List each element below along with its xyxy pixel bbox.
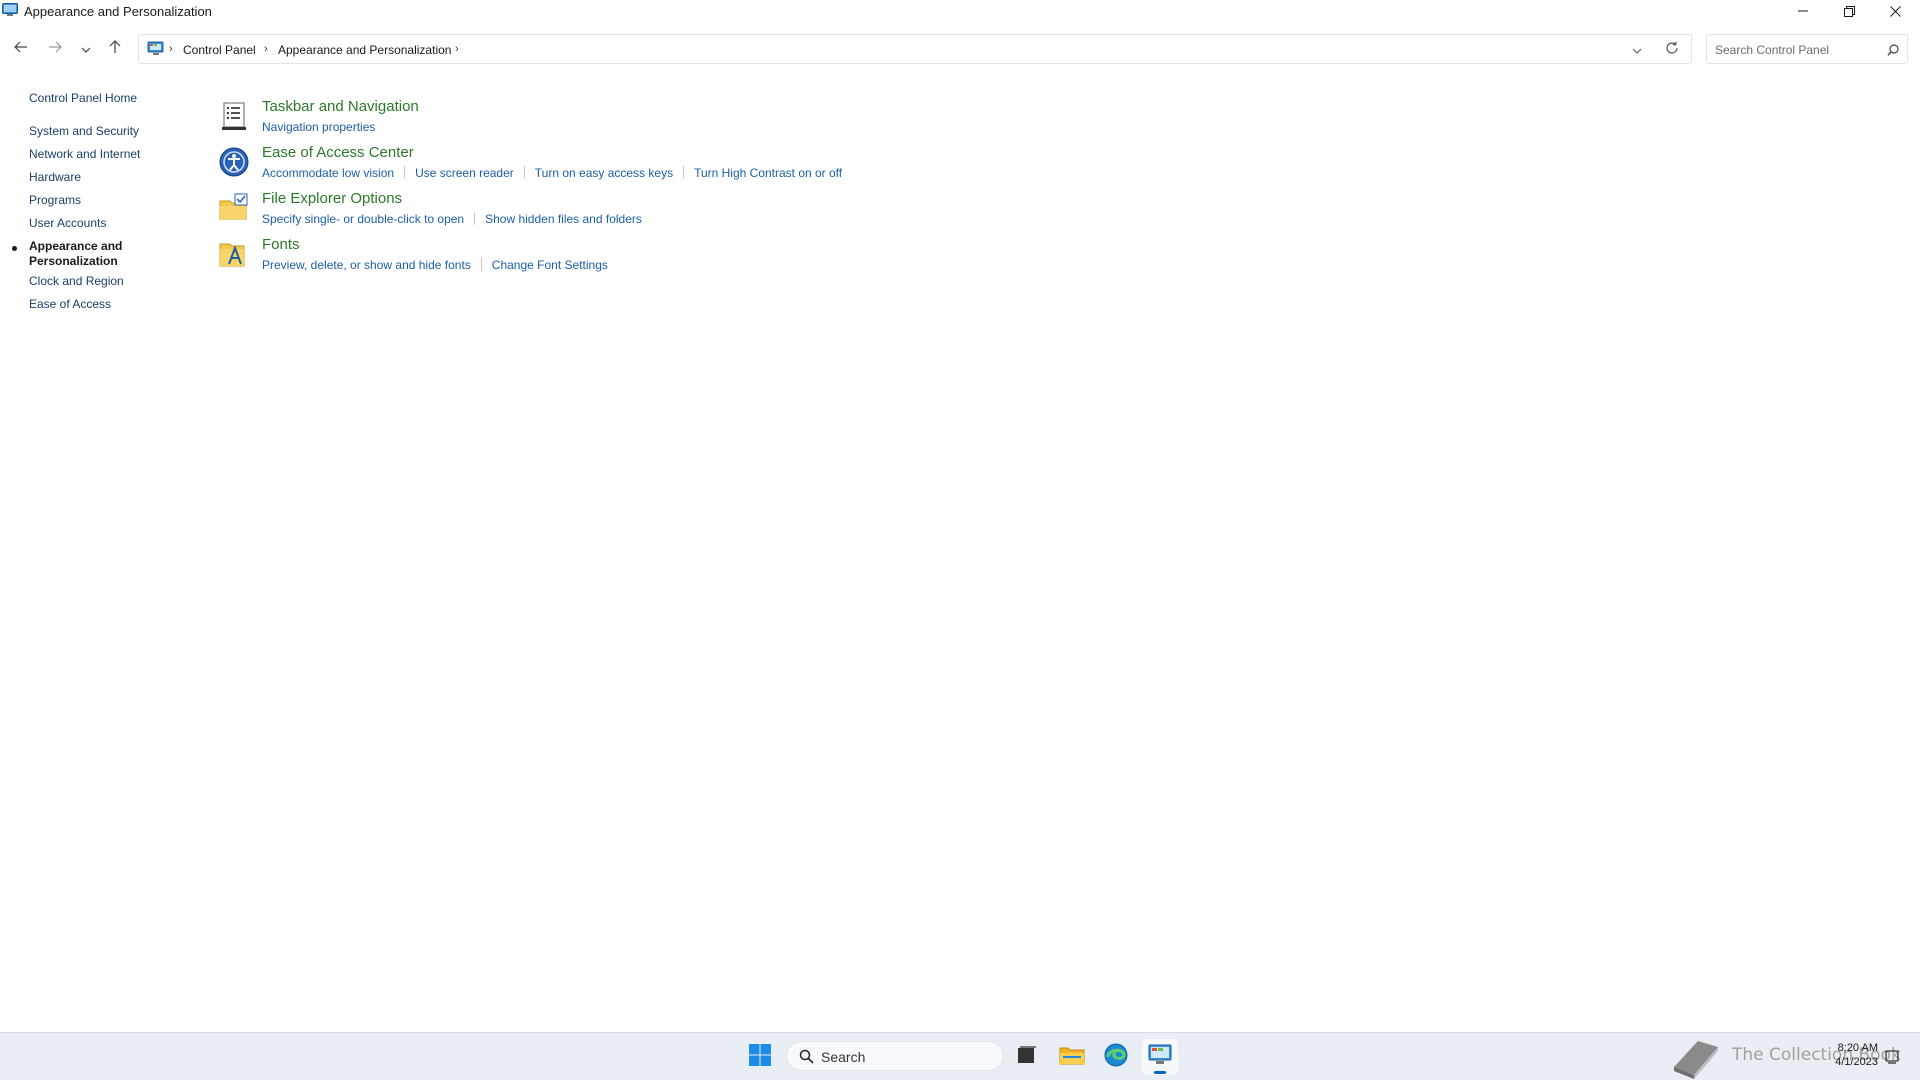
arrow-right-icon xyxy=(48,40,62,58)
address-history-button[interactable] xyxy=(1629,42,1645,58)
category-heading[interactable]: Fonts xyxy=(262,236,300,253)
link-change-font-settings[interactable]: Change Font Settings xyxy=(492,258,608,272)
breadcrumb-separator: › xyxy=(264,43,268,55)
category-heading[interactable]: File Explorer Options xyxy=(262,190,402,207)
back-button[interactable] xyxy=(10,38,32,60)
book-watermark-icon xyxy=(1668,1033,1724,1081)
category-heading[interactable]: Ease of Access Center xyxy=(262,144,414,161)
chevron-down-icon xyxy=(1632,41,1642,59)
link-separator xyxy=(523,166,525,179)
category-links: Accommodate low vision Use screen reader T… xyxy=(262,166,842,180)
edge-icon xyxy=(1104,1043,1128,1072)
link-separator xyxy=(480,258,482,271)
search-box[interactable] xyxy=(1706,34,1908,64)
sidebar-item-control-panel-home[interactable]: Control Panel Home xyxy=(29,91,137,106)
link-preview-fonts[interactable]: Preview, delete, or show and hide fonts xyxy=(262,258,471,272)
sidebar-item-appearance[interactable]: Appearance and Personalization xyxy=(29,239,122,269)
notification-icon[interactable] xyxy=(1884,1049,1900,1070)
folder-options-icon xyxy=(218,192,250,224)
forward-button[interactable] xyxy=(44,38,66,60)
link-easy-access-keys[interactable]: Turn on easy access keys xyxy=(535,166,673,180)
sidebar-item-label: Personalization xyxy=(29,254,118,268)
fonts-icon xyxy=(218,238,250,270)
refresh-button[interactable] xyxy=(1663,41,1681,59)
edge-button[interactable] xyxy=(1098,1039,1134,1075)
sidebar-item-network-internet[interactable]: Network and Internet xyxy=(29,147,140,162)
breadcrumb-control-panel[interactable]: Control Panel xyxy=(183,43,256,57)
link-show-hidden-files[interactable]: Show hidden files and folders xyxy=(485,212,642,226)
breadcrumb-separator: › xyxy=(169,43,173,55)
breadcrumb-appearance[interactable]: Appearance and Personalization xyxy=(278,43,451,57)
file-explorer-button[interactable] xyxy=(1054,1039,1090,1075)
search-input[interactable] xyxy=(1713,40,1877,60)
windows-start-icon xyxy=(748,1043,772,1072)
system-clock[interactable]: 8:20 AM 4/1/2023 xyxy=(1826,1041,1878,1069)
active-app-indicator xyxy=(1154,1071,1166,1074)
category-links: Preview, delete, or show and hide fonts C… xyxy=(262,258,608,272)
window-title: Appearance and Personalization xyxy=(24,4,212,19)
link-use-screen-reader[interactable]: Use screen reader xyxy=(415,166,514,180)
category-links: Specify single- or double-click to open S… xyxy=(262,212,642,226)
arrow-up-icon xyxy=(109,39,121,59)
file-explorer-icon xyxy=(1059,1044,1085,1071)
sidebar-item-clock-region[interactable]: Clock and Region xyxy=(29,274,124,289)
clock-date: 4/1/2023 xyxy=(1835,1056,1878,1068)
chevron-down-icon xyxy=(81,40,91,58)
search-icon xyxy=(799,1049,814,1069)
taskbar-icon xyxy=(218,100,250,132)
category-links: Navigation properties xyxy=(262,120,375,134)
sidebar-item-system-security[interactable]: System and Security xyxy=(29,124,139,139)
search-icon[interactable] xyxy=(1887,43,1899,61)
start-button[interactable] xyxy=(742,1039,778,1075)
ease-of-access-icon xyxy=(218,146,250,178)
link-separator xyxy=(683,166,685,179)
clock-time: 8:20 AM xyxy=(1837,1042,1878,1054)
sidebar-item-ease-of-access[interactable]: Ease of Access xyxy=(29,297,111,312)
restore-button[interactable] xyxy=(1826,0,1872,22)
control-panel-icon xyxy=(147,41,165,57)
breadcrumb-separator: › xyxy=(455,43,459,55)
link-separator xyxy=(474,212,476,225)
link-separator xyxy=(404,166,406,179)
link-single-double-click[interactable]: Specify single- or double-click to open xyxy=(262,212,464,226)
address-bar[interactable]: › Control Panel › Appearance and Persona… xyxy=(138,34,1692,64)
link-accommodate-low-vision[interactable]: Accommodate low vision xyxy=(262,166,394,180)
refresh-icon xyxy=(1665,41,1679,60)
sidebar-item-hardware[interactable]: Hardware xyxy=(29,170,81,185)
control-panel-icon xyxy=(1148,1044,1172,1071)
minimize-button[interactable] xyxy=(1780,0,1826,22)
task-view-icon xyxy=(1015,1044,1037,1071)
taskbar-search-label: Search xyxy=(821,1049,866,1065)
control-panel-taskbar-button[interactable] xyxy=(1142,1039,1178,1075)
category-heading[interactable]: Taskbar and Navigation xyxy=(262,98,419,115)
close-button[interactable] xyxy=(1872,0,1918,22)
arrow-left-icon xyxy=(14,40,28,58)
sidebar-item-programs[interactable]: Programs xyxy=(29,193,81,208)
control-panel-icon xyxy=(2,3,18,17)
sidebar-item-user-accounts[interactable]: User Accounts xyxy=(29,216,106,231)
active-bullet xyxy=(12,246,17,251)
recent-locations-button[interactable] xyxy=(75,38,97,60)
taskbar: Search The Collection Book 8:20 AM 4/1/2… xyxy=(0,1032,1920,1080)
task-view-button[interactable] xyxy=(1008,1039,1044,1075)
taskbar-search[interactable]: Search xyxy=(786,1041,1004,1071)
link-high-contrast[interactable]: Turn High Contrast on or off xyxy=(694,166,842,180)
link-navigation-properties[interactable]: Navigation properties xyxy=(262,120,375,134)
sidebar-item-label: Appearance and xyxy=(29,239,123,253)
title-bar: Appearance and Personalization xyxy=(0,0,1920,22)
up-button[interactable] xyxy=(104,38,126,60)
